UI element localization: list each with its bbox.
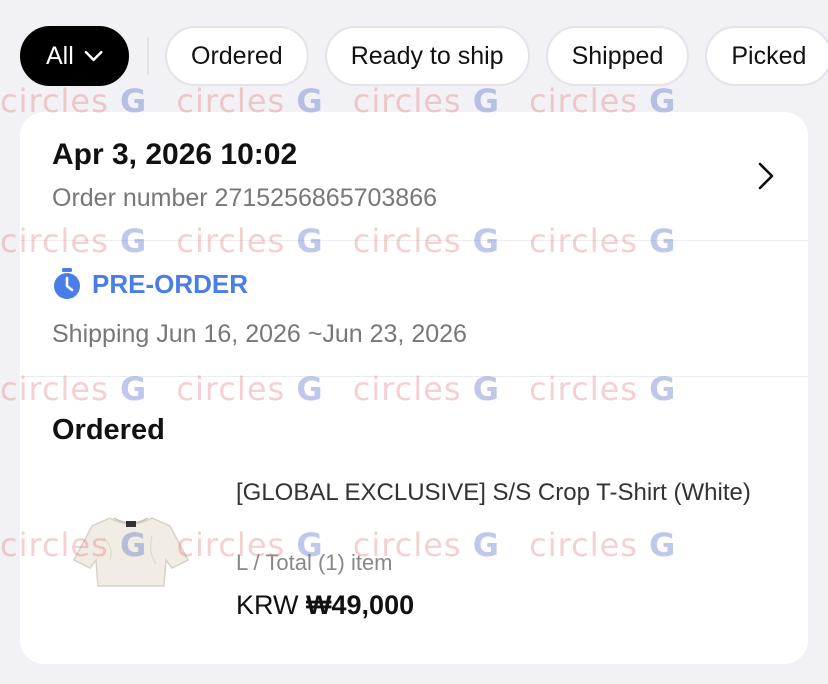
status-filter-bar: All Ordered Ready to ship Shipped Picked — [20, 24, 828, 88]
filter-chip-all[interactable]: All — [20, 26, 129, 86]
product-price: KRW ₩49,000 — [236, 590, 414, 621]
timer-icon — [54, 268, 80, 299]
price-amount: ₩49,000 — [306, 590, 415, 620]
filter-divider — [147, 38, 149, 74]
filter-chip-label: Shipped — [571, 41, 664, 70]
price-currency: KRW — [236, 590, 299, 620]
order-date: Apr 3, 2026 10:02 — [52, 138, 298, 171]
section-divider — [20, 240, 808, 241]
filter-chip-picked[interactable]: Picked — [705, 26, 828, 86]
chevron-down-icon — [84, 50, 103, 62]
product-option: L / Total (1) item — [236, 550, 393, 575]
order-card: Apr 3, 2026 10:02 Order number 271525686… — [20, 112, 808, 664]
filter-chip-shipped[interactable]: Shipped — [545, 26, 690, 86]
shipping-window: Shipping Jun 16, 2026 ~Jun 23, 2026 — [52, 320, 467, 348]
tshirt-image — [72, 517, 190, 587]
filter-chip-label: Picked — [731, 41, 807, 70]
order-header[interactable]: Apr 3, 2026 10:02 Order number 271525686… — [20, 112, 808, 240]
section-divider — [20, 376, 808, 377]
product-image[interactable] — [52, 468, 210, 630]
preorder-badge: PRE-ORDER — [52, 268, 248, 300]
product-name[interactable]: [GLOBAL EXCLUSIVE] S/S Crop T-Shirt (Whi… — [236, 476, 776, 510]
preorder-label: PRE-ORDER — [92, 268, 249, 299]
filter-chip-label: Ready to ship — [350, 41, 504, 70]
chevron-right-icon[interactable] — [754, 160, 778, 192]
filter-chip-ready-to-ship[interactable]: Ready to ship — [324, 26, 530, 86]
filter-chip-label: Ordered — [191, 41, 283, 70]
filter-chip-all-label: All — [46, 41, 74, 70]
order-number: Order number 2715256865703866 — [52, 184, 438, 212]
filter-chip-ordered[interactable]: Ordered — [165, 26, 309, 86]
order-status: Ordered — [52, 414, 165, 446]
